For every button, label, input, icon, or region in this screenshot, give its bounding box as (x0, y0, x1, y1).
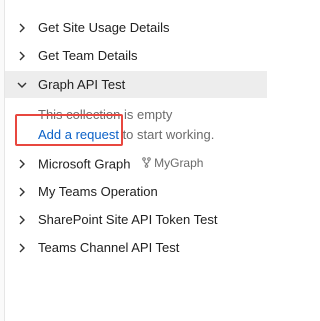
collection-item-graph-api-test[interactable]: Graph API Test (5, 71, 267, 98)
empty-state-action: Add a request to start working. (38, 125, 258, 145)
collection-label: Graph API Test (38, 77, 126, 92)
collection-item-my-teams-operation[interactable]: My Teams Operation (5, 178, 267, 205)
collection-label: Microsoft Graph MyGraph (38, 156, 203, 172)
empty-state-text: This collection is empty (38, 107, 173, 122)
collection-label: Get Site Usage Details (38, 20, 170, 35)
collections-panel: Get Site Usage Details Get Team Details … (5, 0, 267, 321)
chevron-right-icon[interactable] (16, 214, 28, 226)
fork-label: MyGraph (154, 155, 204, 170)
chevron-right-icon[interactable] (16, 50, 28, 62)
chevron-right-icon[interactable] (16, 158, 28, 170)
collection-item-microsoft-graph[interactable]: Microsoft Graph MyGraph (5, 150, 267, 177)
fork-badge: MyGraph (142, 156, 203, 170)
collection-item-teams-channel-api-test[interactable]: Teams Channel API Test (5, 234, 267, 261)
chevron-down-icon[interactable] (16, 79, 28, 91)
fork-icon (142, 157, 151, 169)
chevron-right-icon[interactable] (16, 186, 28, 198)
collection-label: My Teams Operation (38, 184, 158, 199)
collection-item-get-site-usage-details[interactable]: Get Site Usage Details (5, 14, 267, 41)
chevron-right-icon[interactable] (16, 22, 28, 34)
empty-collection-message: This collection is empty Add a request t… (38, 105, 258, 145)
collection-label: Teams Channel API Test (38, 240, 180, 255)
add-request-link[interactable]: Add a request (38, 127, 119, 142)
collection-item-get-team-details[interactable]: Get Team Details (5, 42, 267, 69)
collection-label: SharePoint Site API Token Test (38, 212, 218, 227)
collection-label-text: Microsoft Graph (38, 156, 131, 172)
empty-state-suffix: to start working. (118, 127, 215, 142)
chevron-right-icon[interactable] (16, 242, 28, 254)
collection-item-sharepoint-site-api-token-test[interactable]: SharePoint Site API Token Test (5, 206, 267, 233)
collection-label: Get Team Details (38, 48, 138, 63)
